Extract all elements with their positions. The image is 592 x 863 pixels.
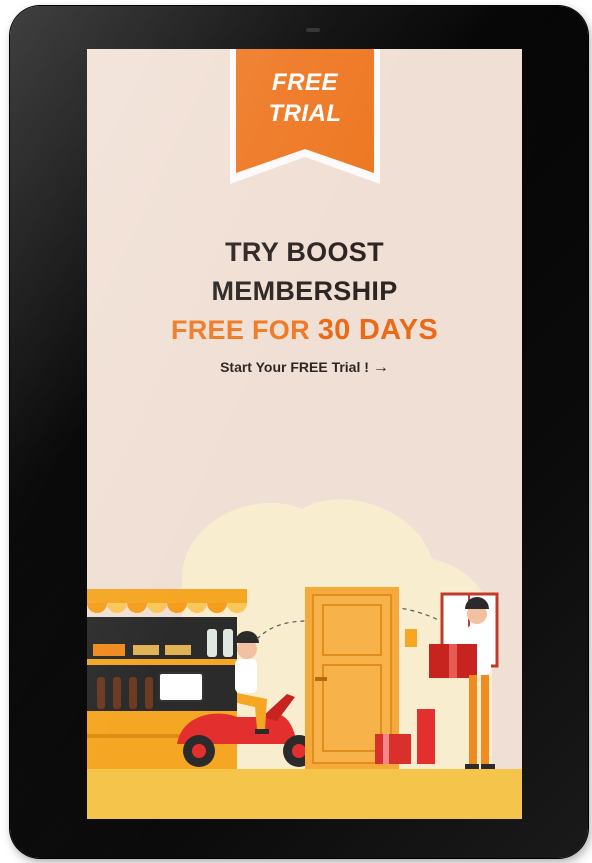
start-free-trial-link[interactable]: Start Your FREE Trial ! → [87,359,522,377]
ribbon-line-trial: TRIAL [268,100,342,127]
camera-dot [306,28,320,32]
delivery-illustration [87,499,522,819]
headline-line-1: TRY BOOST [225,237,384,267]
arrow-right-icon: → [372,359,389,376]
tablet-screen: FREE TRIAL TRY BOOST MEMBERSHIP FREE FOR… [87,49,522,819]
headline-line-2: MEMBERSHIP [211,276,398,306]
cta-label: Start Your FREE Trial ! [220,359,369,375]
ribbon-line-free: FREE [271,69,338,96]
headline-line-3: FREE FOR 30 DAYS [87,314,522,347]
headline-30-days: 30 DAYS [317,314,439,346]
headline-free-for: FREE FOR [170,315,318,345]
